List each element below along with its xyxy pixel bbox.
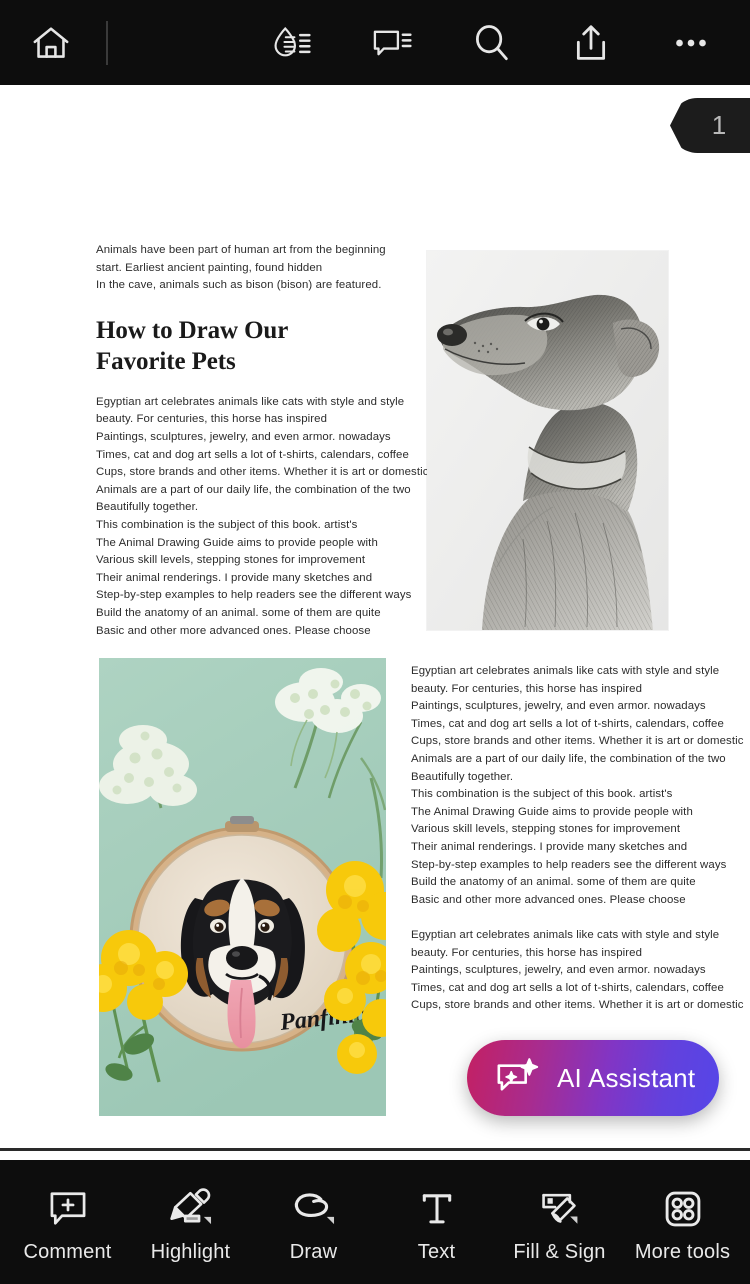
page-content: Animals have been part of human art from…: [0, 85, 750, 1150]
page-title-line-1: How to Draw Our: [96, 316, 289, 344]
right-body-block-b: This combination is the subject of this …: [411, 788, 727, 906]
toolbar-separator-highlight: [0, 1151, 750, 1152]
home-icon: [29, 21, 73, 65]
search-button[interactable]: [460, 12, 522, 74]
left-body-block-a: Egyptian art celebrates animals like cat…: [96, 395, 429, 514]
tool-draw-label: Draw: [289, 1240, 338, 1263]
left-body-block-b: This combination is the subject of this …: [96, 518, 412, 637]
top-toolbar: [0, 0, 750, 85]
home-button[interactable]: [20, 12, 82, 74]
more-options-button[interactable]: [660, 12, 722, 74]
overflow-menu-icon: [668, 20, 714, 66]
liquid-mode-icon: [268, 20, 314, 66]
tool-fill-sign-label: Fill & Sign: [513, 1240, 606, 1263]
page-number-badge[interactable]: 1: [670, 98, 750, 153]
comment-plus-icon: [46, 1187, 90, 1231]
tool-highlight-label: Highlight: [150, 1240, 231, 1263]
text-tool-icon: [415, 1187, 459, 1231]
comments-button[interactable]: [360, 12, 422, 74]
right-body-block-c: Egyptian art celebrates animals like cat…: [411, 928, 744, 1012]
tool-comment[interactable]: Comment: [18, 1181, 118, 1264]
tool-more-tools[interactable]: More tools: [633, 1181, 733, 1264]
intro-line-3: In the cave, animals such as bison (biso…: [96, 279, 382, 292]
highlighter-icon: [168, 1187, 214, 1231]
page-number-value: 1: [711, 110, 727, 140]
page-title-line-2: Favorite Pets: [96, 347, 236, 375]
share-icon: [568, 20, 614, 66]
draw-lasso-icon: [291, 1187, 337, 1231]
tool-comment-label: Comment: [23, 1240, 112, 1263]
tool-draw[interactable]: Draw: [264, 1181, 364, 1264]
left-column: Animals have been part of human art from…: [96, 242, 429, 640]
pdf-page-1[interactable]: 1 Animals have been part of human art fr…: [0, 85, 750, 1150]
top-toolbar-right: [260, 12, 750, 74]
right-column: Egyptian art celebrates animals like cat…: [411, 663, 744, 1015]
intro-paragraph: Animals have been part of human art from…: [96, 242, 386, 295]
pencil-sketch-greyhound-portrait: [427, 251, 668, 630]
tool-text-label: Text: [417, 1240, 456, 1263]
comment-list-icon: [368, 20, 414, 66]
top-toolbar-left: [0, 12, 108, 74]
tool-more-tools-label: More tools: [634, 1240, 731, 1263]
search-icon: [468, 20, 514, 66]
page-title: How to Draw Our Favorite Pets: [96, 315, 386, 377]
document-viewport[interactable]: 1 Animals have been part of human art fr…: [0, 85, 750, 1150]
bottom-toolbar: Comment Highlight Draw Text Fill & Sign …: [0, 1160, 750, 1284]
tool-fill-sign[interactable]: Fill & Sign: [510, 1181, 610, 1264]
toolbar-divider: [106, 20, 108, 65]
share-button[interactable]: [560, 12, 622, 74]
intro-line-2: start. Earliest ancient painting, found …: [96, 261, 323, 274]
more-tools-grid-icon: [661, 1187, 705, 1231]
ai-assistant-button[interactable]: AI Assistant: [467, 1040, 719, 1116]
tool-highlight[interactable]: Highlight: [141, 1181, 241, 1264]
embroidery-hoop-dog-portrait: Panfinio: [99, 658, 386, 1116]
liquid-mode-button[interactable]: [260, 12, 322, 74]
ai-assistant-label: AI Assistant: [557, 1062, 696, 1093]
ai-sparkle-chat-icon: [495, 1057, 541, 1099]
right-body-block-a: Egyptian art celebrates animals like cat…: [411, 665, 744, 783]
fill-sign-icon: [537, 1187, 583, 1231]
intro-line-1: Animals have been part of human art from…: [96, 244, 386, 256]
tool-text[interactable]: Text: [387, 1181, 487, 1264]
app-root: 1 Animals have been part of human art fr…: [0, 0, 750, 1284]
